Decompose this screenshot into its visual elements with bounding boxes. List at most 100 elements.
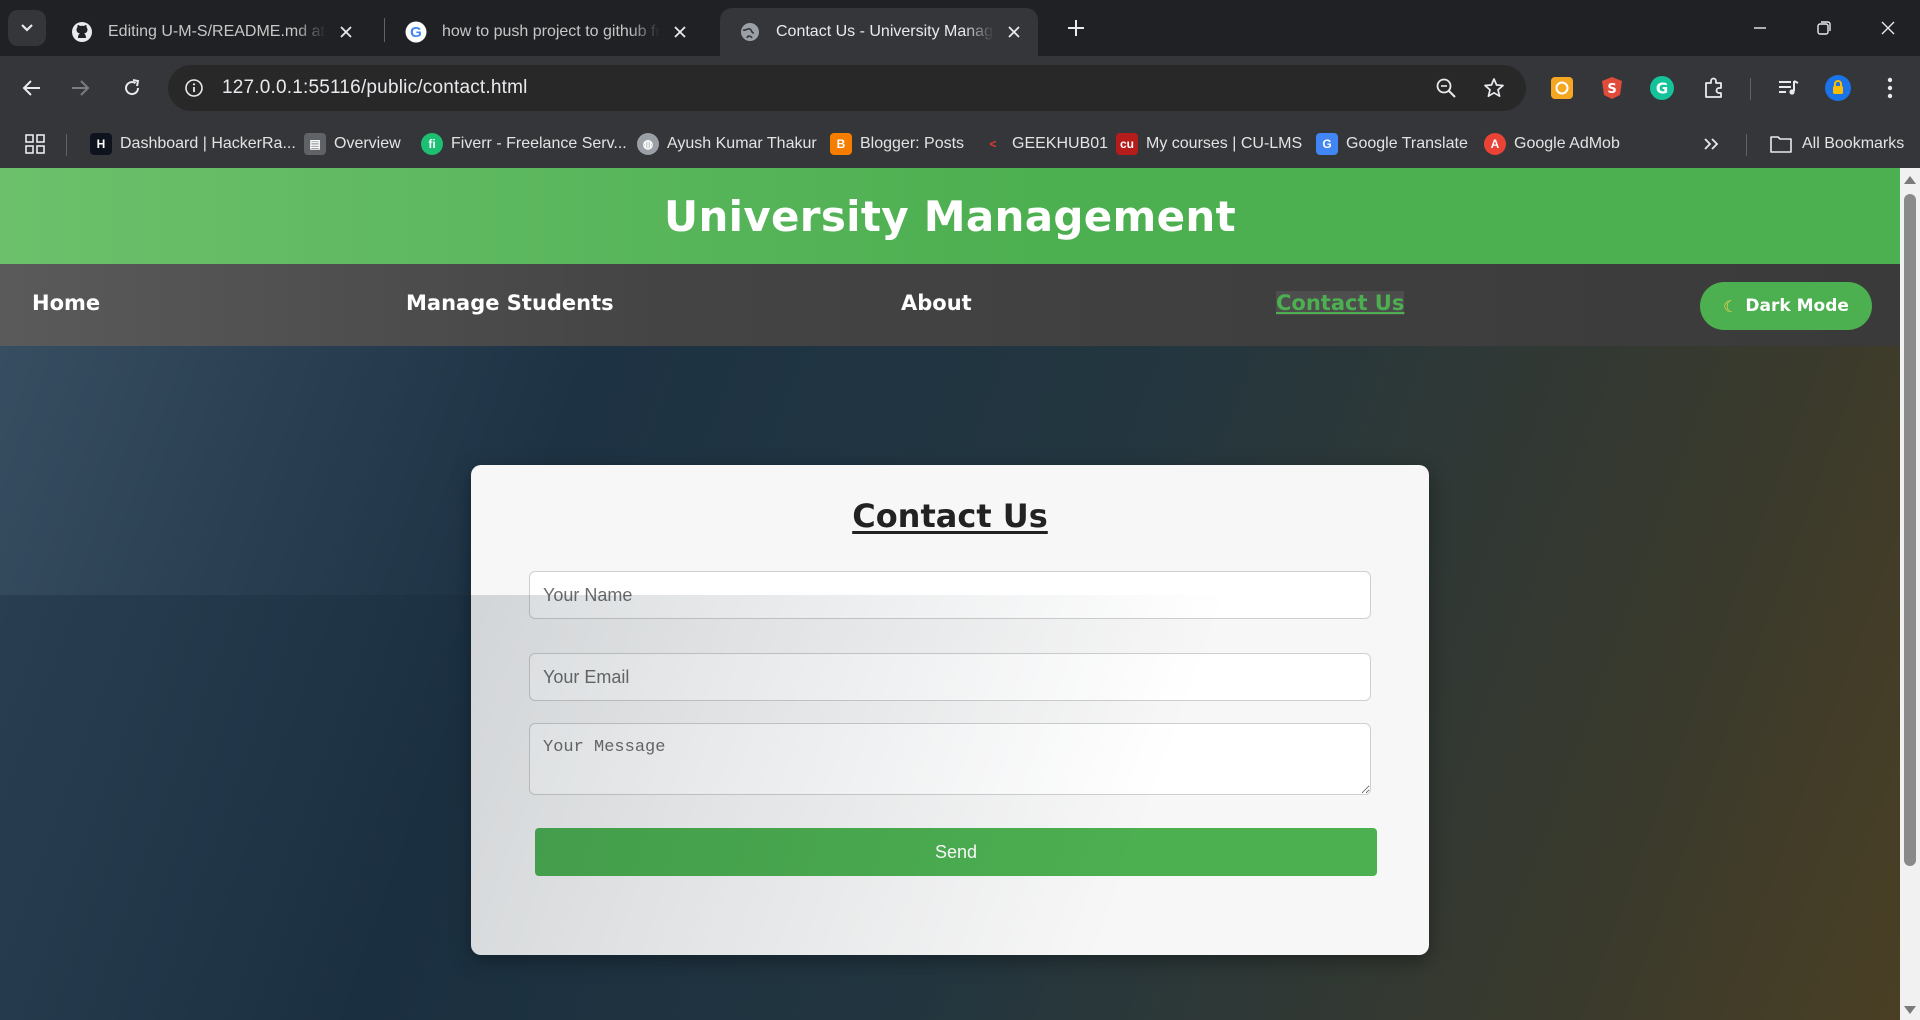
site-title: University Management <box>664 191 1236 241</box>
close-window-button[interactable] <box>1868 8 1908 48</box>
extensions-puzzle-icon[interactable] <box>1698 72 1730 104</box>
url-text[interactable]: 127.0.0.1:55116/public/contact.html <box>222 77 528 99</box>
globe-icon: ◍ <box>637 133 659 155</box>
scroll-up-arrow[interactable] <box>1904 176 1916 184</box>
tab-title: Contact Us - University Management <box>776 23 994 40</box>
site-info-icon[interactable] <box>180 74 208 102</box>
apps-grid-icon <box>25 134 45 154</box>
arrow-right-icon <box>72 80 90 96</box>
bookmark-geekhub[interactable]: < GEEKHUB01 <box>982 130 1108 158</box>
reload-icon <box>125 79 140 96</box>
browser-toolbar: 127.0.0.1:55116/public/contact.html S G <box>0 56 1920 120</box>
back-button[interactable] <box>14 70 50 106</box>
dark-mode-button[interactable]: ☾ Dark Mode <box>1700 282 1872 330</box>
chevron-down-icon <box>21 24 33 32</box>
geekhub-icon: < <box>989 137 997 151</box>
all-bookmarks-button[interactable]: All Bookmarks <box>1770 130 1904 158</box>
hackerrank-icon: H <box>90 133 112 155</box>
close-icon <box>1881 21 1895 35</box>
bookmark-hackerrank[interactable]: H Dashboard | HackerRa... <box>90 130 296 158</box>
tab-github[interactable]: Editing U-M-S/README.md at main <box>52 8 370 56</box>
plus-icon <box>1068 20 1084 36</box>
tab-separator <box>384 18 385 42</box>
contact-title: Contact Us <box>852 497 1048 535</box>
tab-search-button[interactable] <box>8 10 46 46</box>
name-input[interactable] <box>529 571 1371 619</box>
reload-button[interactable] <box>114 70 150 106</box>
bookmark-label: Google Translate <box>1346 135 1468 152</box>
contact-card: Contact Us Send <box>471 465 1429 955</box>
bookmark-blogger[interactable]: B Blogger: Posts <box>830 130 964 158</box>
bookmark-label: Google AdMob <box>1514 135 1620 152</box>
page-viewport: University Management Home Manage Studen… <box>0 168 1900 1020</box>
svg-text:G: G <box>1656 80 1668 98</box>
tab-title: how to push project to github from <box>442 23 660 40</box>
nav-contact-us[interactable]: Contact Us <box>1276 291 1405 315</box>
translate-icon: G <box>1316 133 1338 155</box>
close-icon[interactable] <box>1004 22 1024 42</box>
email-input[interactable] <box>529 653 1371 701</box>
svg-text:S: S <box>1607 82 1616 97</box>
main-nav: Home Manage Students About Contact Us ☾ … <box>0 264 1900 346</box>
blogger-icon: B <box>830 133 852 155</box>
forward-button[interactable] <box>62 70 98 106</box>
tab-google-search[interactable]: G how to push project to github from <box>386 8 704 56</box>
bookmarks-separator <box>66 134 67 156</box>
address-bar[interactable]: 127.0.0.1:55116/public/contact.html <box>168 65 1526 111</box>
folder-icon <box>1770 135 1792 153</box>
nav-manage-students[interactable]: Manage Students <box>406 291 614 315</box>
nav-home[interactable]: Home <box>32 291 100 315</box>
extension-orange-icon[interactable] <box>1546 72 1578 104</box>
minimize-icon <box>1754 27 1766 29</box>
media-queue-icon[interactable] <box>1772 72 1804 104</box>
bookmark-ayush[interactable]: ◍ Ayush Kumar Thakur <box>637 130 817 158</box>
send-button[interactable]: Send <box>535 828 1377 876</box>
bookmarks-bar: H Dashboard | HackerRa... ▤ Overview fi … <box>0 120 1920 168</box>
bookmark-fiverr[interactable]: fi Fiverr - Freelance Serv... <box>421 130 627 158</box>
bookmark-overview[interactable]: ▤ Overview <box>304 130 401 158</box>
bookmark-label: Ayush Kumar Thakur <box>667 135 817 152</box>
grammarly-icon[interactable]: G <box>1646 72 1678 104</box>
close-icon[interactable] <box>670 22 690 42</box>
double-chevron-right-icon <box>1704 138 1719 150</box>
bookmark-label: My courses | CU-LMS <box>1146 135 1303 152</box>
globe-icon <box>738 20 762 44</box>
restore-button[interactable] <box>1804 8 1844 48</box>
tab-title: Editing U-M-S/README.md at main <box>108 23 326 40</box>
profile-avatar-icon[interactable] <box>1822 72 1854 104</box>
scrollbar-thumb[interactable] <box>1904 194 1916 866</box>
dark-mode-label: Dark Mode <box>1745 296 1849 316</box>
bookmark-google-admob[interactable]: A Google AdMob <box>1484 130 1620 158</box>
extension-red-s-icon[interactable]: S <box>1596 72 1628 104</box>
apps-grid-button[interactable] <box>24 130 46 158</box>
page-scrollbar[interactable] <box>1900 168 1920 1020</box>
toolbar-separator <box>1750 78 1751 100</box>
cu-icon: cu <box>1116 133 1138 155</box>
zoom-icon[interactable] <box>1432 74 1460 102</box>
admob-icon: A <box>1484 133 1506 155</box>
fiverr-icon: fi <box>421 133 443 155</box>
minimize-button[interactable] <box>1740 8 1780 48</box>
bookmark-label: All Bookmarks <box>1802 135 1905 152</box>
github-icon <box>70 20 94 44</box>
tab-strip: Editing U-M-S/README.md at main G how to… <box>0 0 1920 56</box>
new-tab-button[interactable] <box>1060 12 1092 44</box>
tab-contact-us[interactable]: Contact Us - University Management <box>720 8 1038 56</box>
bookmark-label: Overview <box>334 135 401 152</box>
svg-text:G: G <box>410 24 422 41</box>
bookmark-cu-lms[interactable]: cu My courses | CU-LMS <box>1116 130 1302 158</box>
scroll-down-arrow[interactable] <box>1904 1006 1916 1014</box>
nav-about[interactable]: About <box>901 291 972 315</box>
menu-kebab-icon[interactable] <box>1874 72 1906 104</box>
bookmark-star-icon[interactable] <box>1480 74 1508 102</box>
bookmark-google-translate[interactable]: G Google Translate <box>1316 130 1468 158</box>
bookmark-label: Fiverr - Freelance Serv... <box>451 135 627 152</box>
site-header: University Management <box>0 168 1900 264</box>
bookmarks-separator <box>1746 134 1747 156</box>
bookmark-label: GEEKHUB01 <box>1012 135 1109 152</box>
more-bookmarks-button[interactable] <box>1702 130 1720 158</box>
overview-icon: ▤ <box>304 133 326 155</box>
restore-icon <box>1817 21 1831 35</box>
close-icon[interactable] <box>336 22 356 42</box>
message-textarea[interactable] <box>529 723 1371 795</box>
